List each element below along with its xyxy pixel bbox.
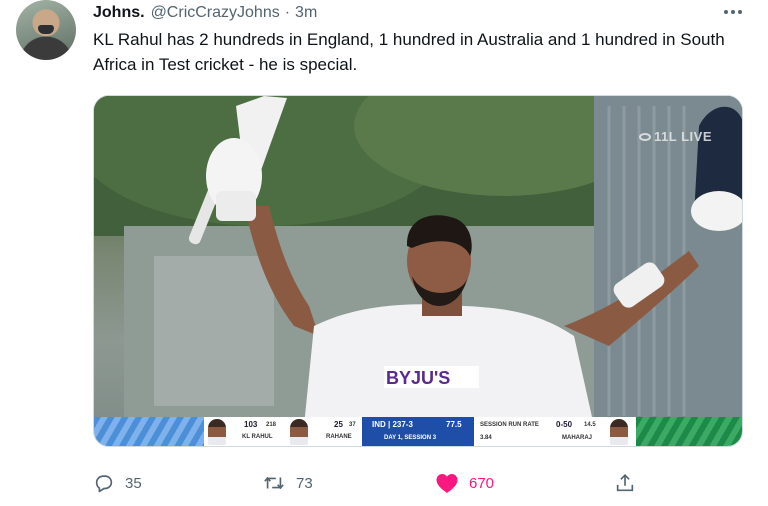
share-button[interactable] — [614, 466, 636, 500]
team-score-panel: IND | 237-3 77.5 DAY 1, SESSION 3 — [362, 417, 474, 446]
reply-button[interactable]: 35 — [93, 466, 142, 500]
tweet-media[interactable]: BYJU'S 11L LIVE 103 218 KL RAHUL 25 37 R… — [93, 95, 743, 447]
reply-icon — [95, 475, 113, 493]
tweet-text: KL Rahul has 2 hundreds in England, 1 hu… — [93, 30, 725, 74]
user-handle[interactable]: @CricCrazyJohns — [151, 4, 280, 22]
scoreboard: 103 218 KL RAHUL 25 37 RAHANE IND | 237-… — [94, 417, 742, 446]
share-icon — [616, 474, 634, 492]
bowler-overs: 14.5 — [584, 422, 596, 428]
session-rate-label: SESSION RUN RATE — [480, 422, 539, 428]
live-indicator: 11L LIVE — [639, 129, 712, 144]
jersey-sponsor: BYJU'S — [386, 368, 450, 388]
session-rate: 3.84 — [480, 435, 492, 441]
more-options-icon[interactable] — [718, 2, 748, 22]
retweet-icon — [264, 476, 284, 490]
overs: 77.5 — [446, 420, 462, 429]
session: DAY 1, SESSION 3 — [384, 435, 437, 441]
tweet-card[interactable]: Johns. @CricCrazyJohns · 3m KL Rahul has… — [0, 0, 768, 506]
batter2-runs: 25 — [334, 420, 343, 429]
scoreboard-right-graphic — [636, 417, 742, 446]
batter1-balls: 218 — [266, 422, 277, 428]
reply-count: 35 — [125, 474, 142, 492]
bowler-name: MAHARAJ — [562, 435, 592, 441]
retweet-button[interactable]: 73 — [262, 466, 313, 500]
separator-dot: · — [284, 4, 291, 21]
retweet-count: 73 — [296, 474, 313, 492]
batter1-avatar — [208, 419, 226, 445]
batter1-name: KL RAHUL — [242, 434, 273, 440]
avatar[interactable] — [16, 0, 76, 60]
bowler-figures: 0-50 — [556, 420, 573, 429]
cricket-photo: BYJU'S — [94, 96, 742, 426]
tweet-header: Johns. @CricCrazyJohns · 3m — [93, 3, 317, 23]
timestamp[interactable]: 3m — [295, 4, 317, 22]
broadcast-tag: 11L LIVE — [654, 129, 712, 144]
team-score: IND | 237-3 — [372, 420, 413, 429]
heart-icon — [436, 474, 458, 493]
batter2-balls: 37 — [349, 422, 356, 428]
batter2-name: RAHANE — [326, 434, 352, 440]
bowler-avatar — [610, 419, 628, 445]
display-name[interactable]: Johns. — [93, 4, 145, 22]
batter1-runs: 103 — [244, 420, 258, 429]
tweet-actions: 35 73 670 — [93, 466, 653, 500]
like-button[interactable]: 670 — [435, 466, 494, 500]
eye-icon — [639, 132, 652, 141]
scoreboard-left-graphic — [94, 417, 204, 446]
like-count: 670 — [469, 474, 495, 492]
batter2-avatar — [290, 419, 308, 445]
